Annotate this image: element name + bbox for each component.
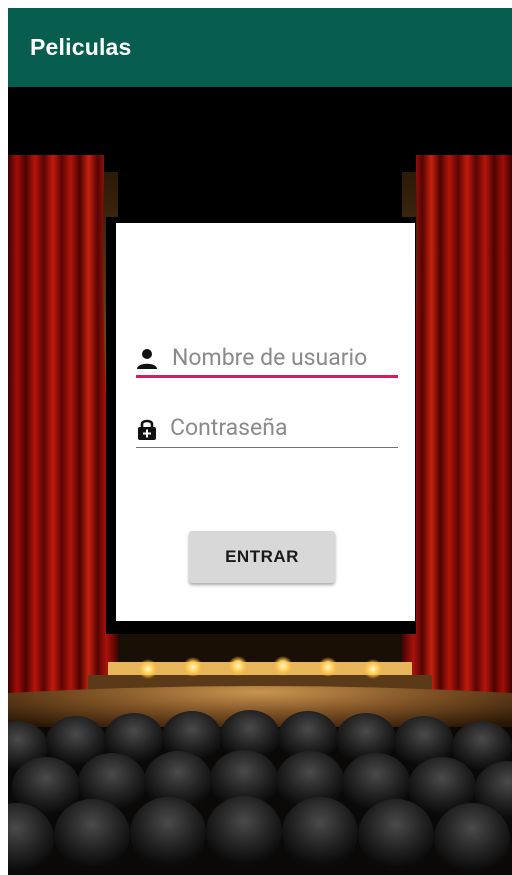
app-bar: Peliculas <box>8 8 512 87</box>
lock-icon <box>136 417 158 441</box>
app-window: Peliculas Nombre de usuario ENTRAR <box>8 8 512 875</box>
username-field[interactable] <box>136 338 398 378</box>
login-card: ENTRAR <box>116 223 415 621</box>
username-underline <box>136 375 398 378</box>
app-title: Peliculas <box>30 34 132 60</box>
password-input[interactable] <box>170 412 396 442</box>
person-icon <box>136 347 158 371</box>
password-field[interactable] <box>136 408 398 448</box>
password-underline <box>136 447 398 448</box>
enter-button[interactable]: ENTRAR <box>189 531 335 583</box>
username-input[interactable] <box>172 342 398 372</box>
theater-background: ENTRAR <box>8 87 512 875</box>
